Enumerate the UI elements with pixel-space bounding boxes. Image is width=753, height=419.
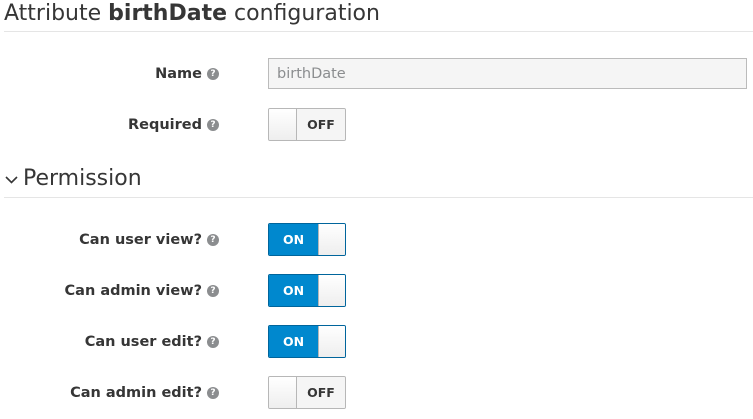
title-prefix: Attribute [4, 1, 102, 26]
help-icon[interactable]: ? [207, 119, 219, 131]
toggle-knob [318, 224, 345, 255]
help-icon[interactable]: ? [207, 387, 219, 399]
title-suffix: configuration [234, 1, 380, 26]
admin-edit-label: Can admin edit? ? [70, 383, 219, 403]
chevron-down-icon [5, 175, 18, 184]
help-icon[interactable]: ? [207, 68, 219, 80]
toggle-state: ON [269, 326, 318, 357]
help-icon[interactable]: ? [207, 336, 219, 348]
required-label: Required ? [128, 115, 219, 135]
required-label-text: Required [127, 117, 202, 133]
name-label: Name ? [155, 64, 219, 84]
title-divider [4, 31, 753, 32]
name-label-text: Name [155, 66, 202, 82]
page-title: Attribute birthDate configuration [4, 0, 380, 28]
admin-view-toggle[interactable]: ON [268, 274, 346, 307]
help-icon[interactable]: ? [207, 285, 219, 297]
permission-title: Permission [23, 166, 142, 191]
admin-edit-label-text: Can admin edit? [70, 385, 202, 401]
user-view-toggle[interactable]: ON [268, 223, 346, 256]
toggle-state: OFF [297, 109, 345, 140]
required-toggle[interactable]: OFF [268, 108, 346, 141]
user-view-label-text: Can user view? [79, 232, 202, 248]
permission-section-header[interactable]: Permission [4, 165, 142, 193]
toggle-knob [269, 377, 297, 408]
permission-divider [4, 197, 753, 198]
toggle-state: ON [269, 275, 318, 306]
admin-view-label-text: Can admin view? [64, 283, 202, 299]
user-view-label: Can user view? ? [79, 230, 219, 250]
toggle-knob [269, 109, 297, 140]
admin-edit-toggle[interactable]: OFF [268, 376, 346, 409]
user-edit-toggle[interactable]: ON [268, 325, 346, 358]
toggle-knob [318, 275, 345, 306]
attribute-config-page: Attribute birthDate configuration Name ?… [0, 0, 753, 419]
name-input[interactable] [268, 58, 747, 89]
user-edit-label: Can user edit? ? [85, 332, 219, 352]
toggle-knob [318, 326, 345, 357]
user-edit-label-text: Can user edit? [84, 334, 202, 350]
admin-view-label: Can admin view? ? [65, 281, 219, 301]
title-attribute-name: birthDate [108, 1, 228, 26]
help-icon[interactable]: ? [207, 234, 219, 246]
toggle-state: OFF [297, 377, 345, 408]
toggle-state: ON [269, 224, 318, 255]
